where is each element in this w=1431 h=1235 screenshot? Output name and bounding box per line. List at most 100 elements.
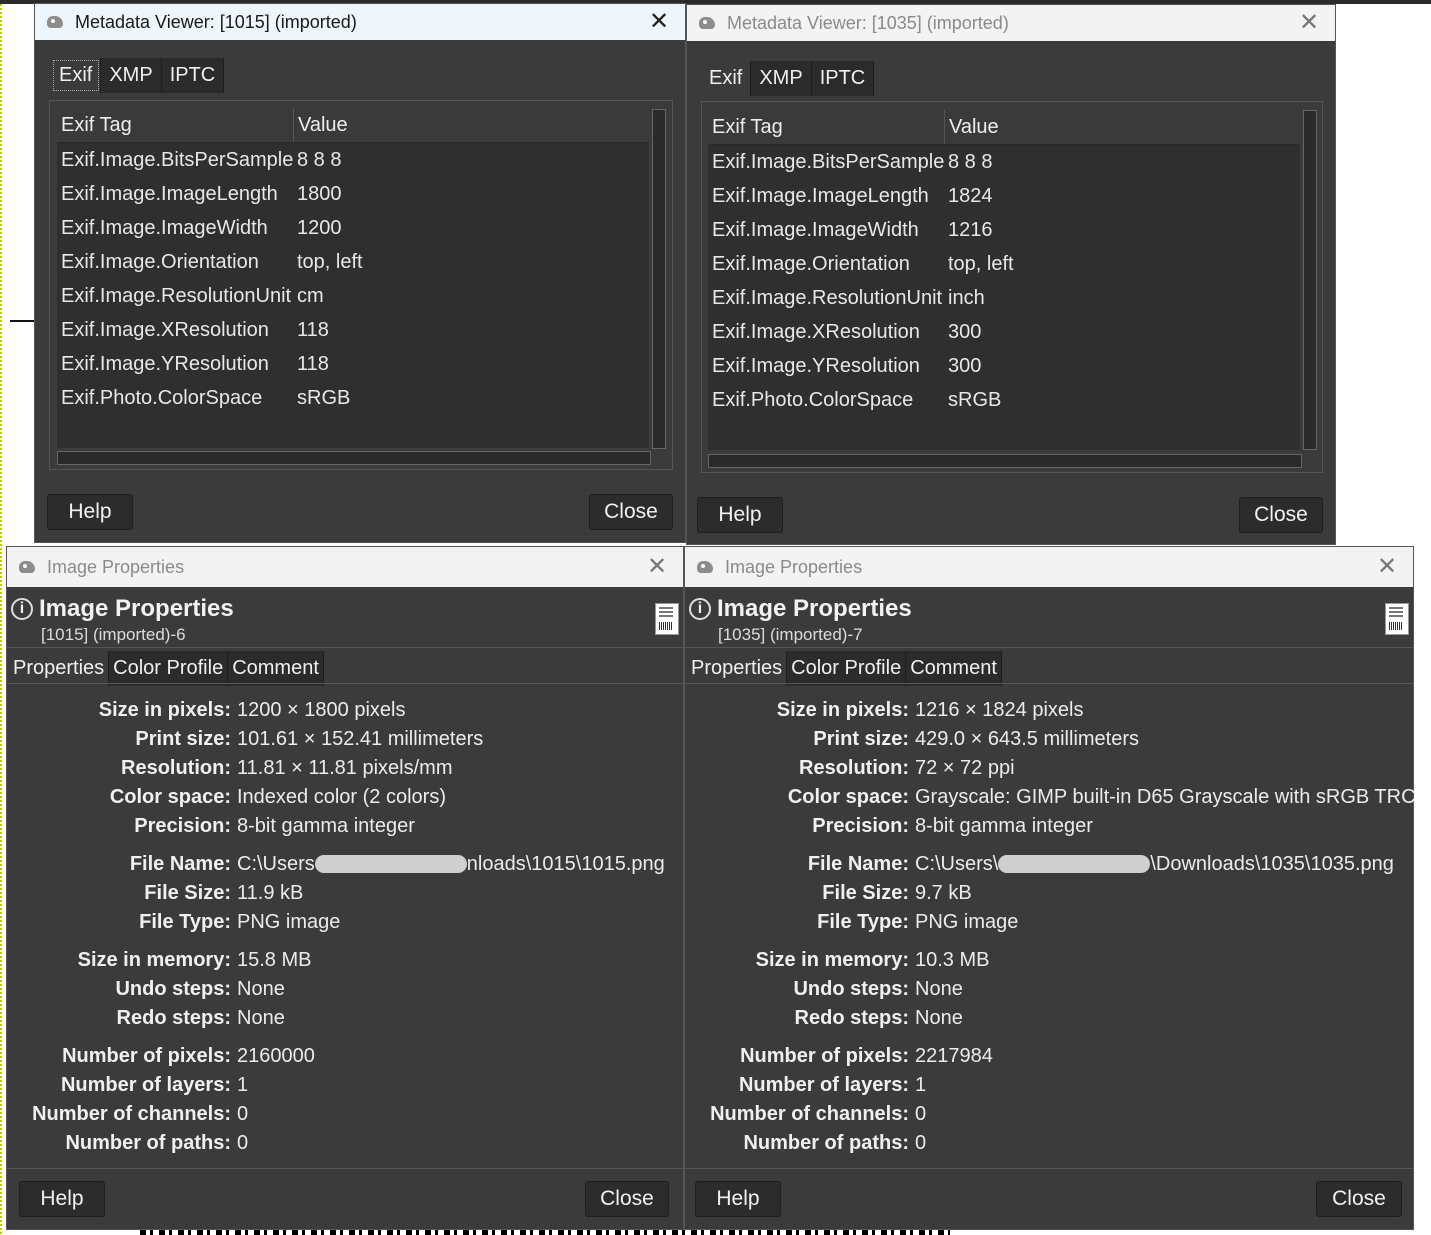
gimp-icon [45, 13, 67, 31]
metadata-viewer-1015: Metadata Viewer: [1015] (imported) ✕ Exi… [34, 3, 686, 543]
exif-tag: Exif.Image.ImageLength [712, 184, 929, 207]
label-size-memory: Size in memory: [755, 948, 909, 971]
close-button[interactable]: Close [585, 1181, 669, 1217]
table-row[interactable]: Exif.Image.XResolution 300 [708, 315, 1300, 349]
column-header-value[interactable]: Value [945, 110, 1299, 144]
horizontal-scrollbar[interactable] [708, 454, 1302, 468]
tab-exif[interactable]: Exif [701, 61, 752, 96]
vertical-scrollbar[interactable] [652, 109, 666, 449]
image-thumbnail-icon [655, 603, 679, 635]
image-thumbnail-icon [1385, 603, 1409, 635]
tab-iptc[interactable]: IPTC [811, 61, 875, 96]
window-title: Image Properties [725, 556, 863, 577]
label-file-size: File Size: [144, 881, 231, 904]
gimp-icon [697, 14, 719, 32]
label-undo-steps: Undo steps: [115, 977, 231, 1000]
help-button[interactable]: Help [695, 1181, 781, 1217]
file-path-prefix: C:\Users\ [915, 852, 999, 875]
exif-value: 8 8 8 [948, 150, 993, 173]
value-file-name: C:\Users nloads\1015\1015.png [231, 853, 665, 876]
tab-color-profile[interactable]: Color Profile [109, 651, 229, 686]
table-row[interactable]: Exif.Image.YResolution 118 [57, 347, 649, 381]
table-row[interactable]: Exif.Image.YResolution 300 [708, 349, 1300, 383]
table-row[interactable]: Exif.Image.ImageWidth 1216 [708, 213, 1300, 247]
exif-value: inch [948, 286, 985, 309]
value-file-type: PNG image [915, 910, 1019, 933]
exif-value: 1200 [297, 216, 342, 239]
horizontal-scrollbar[interactable] [57, 451, 651, 465]
close-button[interactable]: Close [1239, 497, 1323, 533]
image-properties-titlebar[interactable]: Image Properties ✕ [685, 547, 1413, 587]
label-file-type: File Type: [139, 910, 231, 933]
exif-tag: Exif.Image.YResolution [61, 352, 269, 375]
value-file-name: C:\Users\ \Downloads\1035\1035.png [909, 853, 1394, 876]
label-size-pixels: Size in pixels: [776, 698, 909, 721]
exif-value: 1800 [297, 182, 342, 205]
label-print-size: Print size: [813, 727, 909, 750]
close-icon[interactable]: ✕ [647, 10, 671, 34]
table-row[interactable]: Exif.Image.BitsPerSample 8 8 8 [708, 145, 1300, 179]
table-row[interactable]: Exif.Image.Orientation top, left [708, 247, 1300, 281]
close-icon[interactable]: ✕ [645, 555, 669, 579]
header-title: Image Properties [39, 595, 234, 622]
table-row[interactable]: Exif.Image.XResolution 118 [57, 313, 649, 347]
exif-table: Exif Tag Value Exif.Image.BitsPerSample 8… [57, 108, 649, 448]
value-print-size: 101.61 × 152.41 millimeters [237, 727, 484, 750]
value-color-space: Grayscale: GIMP built-in D65 Grayscale w… [915, 785, 1416, 808]
tab-properties[interactable]: Properties [687, 651, 788, 686]
tab-xmp[interactable]: XMP [101, 58, 162, 93]
tab-exif[interactable]: Exif [51, 58, 102, 93]
exif-tag: Exif.Image.Orientation [61, 250, 259, 273]
image-properties-1035: Image Properties ✕ i Image Properties [1… [684, 546, 1416, 1230]
table-row[interactable]: Exif.Image.BitsPerSample 8 8 8 [57, 143, 649, 177]
vertical-scrollbar[interactable] [1303, 110, 1317, 450]
metadata-viewer-titlebar[interactable]: Metadata Viewer: [1015] (imported) ✕ [35, 4, 685, 40]
label-resolution: Resolution: [121, 756, 231, 779]
exif-tag: Exif.Image.XResolution [712, 320, 920, 343]
metadata-viewer-titlebar[interactable]: Metadata Viewer: [1035] (imported) ✕ [687, 5, 1335, 41]
table-row[interactable]: Exif.Photo.ColorSpace sRGB [57, 381, 649, 415]
table-row[interactable]: Exif.Image.ResolutionUnit inch [708, 281, 1300, 315]
tab-color-profile[interactable]: Color Profile [787, 651, 907, 686]
table-row[interactable]: Exif.Image.ImageWidth 1200 [57, 211, 649, 245]
exif-tag: Exif.Image.ResolutionUnit [61, 284, 292, 307]
tab-comment[interactable]: Comment [906, 651, 1002, 686]
help-button[interactable]: Help [47, 494, 133, 530]
label-file-name: File Name: [807, 852, 909, 875]
label-size-pixels: Size in pixels: [98, 698, 231, 721]
label-precision: Precision: [812, 814, 909, 837]
value-number-pixels: 2160000 [237, 1044, 315, 1067]
table-row[interactable]: Exif.Image.ImageLength 1800 [57, 177, 649, 211]
table-row[interactable]: Exif.Image.ImageLength 1824 [708, 179, 1300, 213]
exif-tag: Exif.Image.ImageWidth [712, 218, 919, 241]
close-button[interactable]: Close [589, 494, 673, 530]
table-row[interactable]: Exif.Image.ResolutionUnit cm [57, 279, 649, 313]
tab-iptc[interactable]: IPTC [161, 58, 225, 93]
image-properties-titlebar[interactable]: Image Properties ✕ [7, 547, 683, 587]
close-icon[interactable]: ✕ [1375, 555, 1399, 579]
close-button[interactable]: Close [1316, 1181, 1402, 1217]
metadata-viewer-1035: Metadata Viewer: [1035] (imported) ✕ Exi… [686, 4, 1336, 545]
close-icon[interactable]: ✕ [1297, 11, 1321, 35]
exif-tag: Exif.Image.ImageLength [61, 182, 278, 205]
value-undo-steps: None [915, 977, 963, 1000]
gimp-icon [17, 558, 39, 576]
tab-xmp[interactable]: XMP [751, 61, 812, 96]
value-color-space: Indexed color (2 colors) [237, 785, 446, 808]
value-print-size: 429.0 × 643.5 millimeters [915, 727, 1140, 750]
column-header-tag[interactable]: Exif Tag [708, 110, 945, 144]
help-button[interactable]: Help [697, 497, 783, 533]
column-header-tag[interactable]: Exif Tag [57, 108, 294, 142]
label-number-layers: Number of layers: [738, 1073, 909, 1096]
file-path-suffix: nloads\1015\1015.png [466, 852, 665, 875]
table-row[interactable]: Exif.Image.Orientation top, left [57, 245, 649, 279]
canvas-selection-edge [0, 4, 2, 1235]
value-redo-steps: None [237, 1006, 285, 1029]
exif-value: top, left [297, 250, 363, 273]
table-row[interactable]: Exif.Photo.ColorSpace sRGB [708, 383, 1300, 417]
value-resolution: 11.81 × 11.81 pixels/mm [237, 756, 453, 779]
tab-properties[interactable]: Properties [9, 651, 110, 686]
help-button[interactable]: Help [19, 1181, 105, 1217]
column-header-value[interactable]: Value [294, 108, 648, 142]
tab-comment[interactable]: Comment [228, 651, 324, 686]
